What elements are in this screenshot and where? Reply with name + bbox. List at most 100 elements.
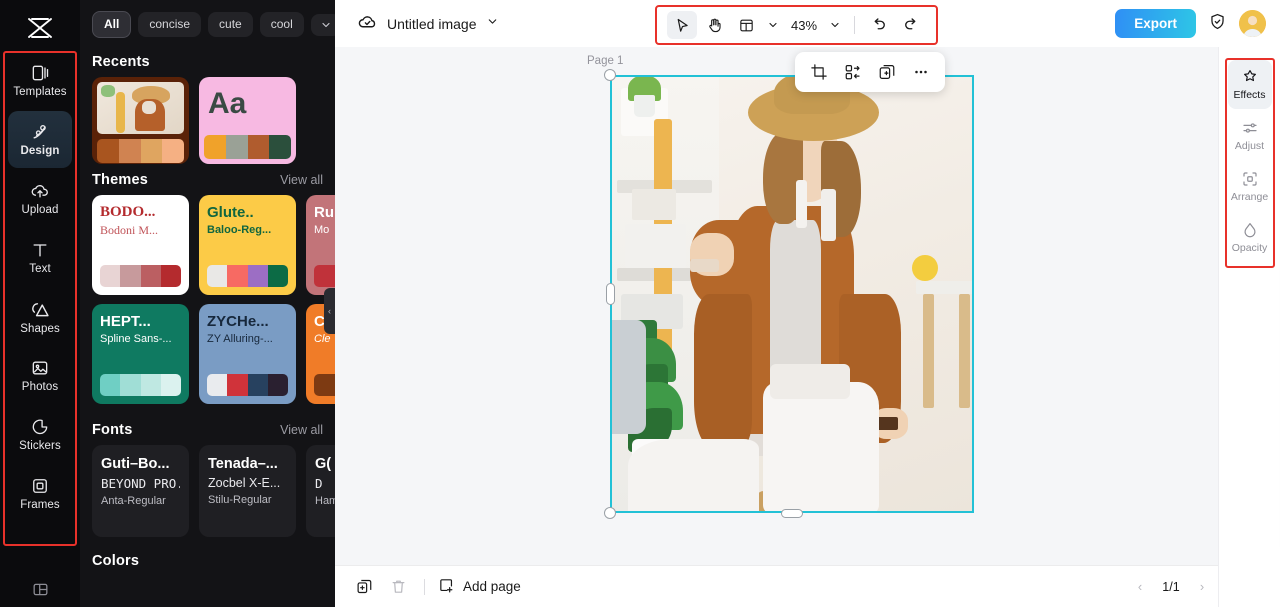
export-button[interactable]: Export: [1115, 9, 1196, 38]
hand-icon[interactable]: [699, 11, 729, 39]
replace-media-icon[interactable]: [838, 57, 868, 87]
right-icon-rail: Effects Adjust Arrange Opacity: [1218, 47, 1280, 607]
sidebar-item-text[interactable]: Text: [8, 229, 72, 286]
page-next-chevron-right-icon[interactable]: ›: [1191, 576, 1213, 598]
font-card[interactable]: G( D Ham: [306, 445, 335, 537]
sidebar-item-templates[interactable]: Templates: [8, 52, 72, 109]
theme-subtitle: Cle: [314, 333, 331, 345]
avatar[interactable]: [1239, 10, 1266, 37]
themes-header: Themes View all: [80, 164, 335, 195]
recent-thumbnail: [97, 82, 184, 134]
theme-card[interactable]: Glute.. Baloo-Reg...: [199, 195, 296, 295]
section-title: Themes: [92, 172, 148, 188]
zoom-level-value[interactable]: 43%: [785, 18, 823, 33]
add-page-icon: [438, 577, 455, 597]
bottom-bar: Add page ‹ 1/1 ›: [335, 565, 1280, 607]
font-sample-1: Tenada–...: [208, 456, 278, 472]
right-rail-item-arrange[interactable]: Arrange: [1228, 162, 1272, 211]
sidebar-item-label: Design: [20, 145, 60, 157]
undo-icon[interactable]: [864, 11, 894, 39]
sidebar-item-label: Upload: [21, 204, 59, 216]
fonts-view-all[interactable]: View all: [280, 423, 323, 437]
theme-card[interactable]: BODO... Bodoni M...: [92, 195, 189, 295]
right-rail-item-opacity[interactable]: Opacity: [1228, 213, 1272, 262]
right-rail-label: Opacity: [1231, 242, 1268, 254]
resize-handle-top-left[interactable]: [604, 69, 616, 81]
color-swatches: [207, 265, 288, 287]
more-horizontal-icon[interactable]: [906, 57, 936, 87]
fonts-header: Fonts View all: [80, 404, 335, 445]
theme-card[interactable]: HEPT... Spline Sans-...: [92, 304, 189, 404]
font-card[interactable]: Guti–Bo... BEYOND PRO... Anta-Regular: [92, 445, 189, 537]
sidebar-item-label: Templates: [13, 86, 67, 98]
theme-card[interactable]: Ru Mo: [306, 195, 335, 295]
chip-cool[interactable]: cool: [259, 12, 304, 37]
right-rail-label: Effects: [1233, 89, 1266, 101]
canvas-area[interactable]: Page 1: [335, 47, 1280, 565]
chip-concise[interactable]: concise: [138, 12, 202, 37]
zoom-chevron-down-icon[interactable]: [825, 11, 845, 39]
font-sample-2: D: [315, 476, 323, 491]
capcut-logo-icon[interactable]: [25, 10, 55, 46]
panel-layout-icon[interactable]: [0, 580, 80, 599]
page-prev-chevron-left-icon[interactable]: ‹: [1129, 576, 1151, 598]
toolbar-divider: [854, 16, 856, 34]
resize-handle-left[interactable]: [605, 283, 615, 305]
sidebar-item-shapes[interactable]: Shapes: [8, 288, 72, 345]
sidebar-item-upload[interactable]: Upload: [8, 170, 72, 227]
redo-icon[interactable]: [896, 11, 926, 39]
layout-chevron-down-icon[interactable]: [763, 11, 783, 39]
font-sample-1: G(: [315, 456, 332, 472]
theme-subtitle: Mo: [314, 224, 330, 236]
layout-grid-icon[interactable]: [731, 11, 761, 39]
sidebar-item-label: Shapes: [20, 322, 60, 335]
sidebar-item-label: Stickers: [19, 440, 61, 452]
canvas-image-object[interactable]: [610, 75, 974, 513]
chip-all[interactable]: All: [92, 11, 132, 38]
theme-title: HEPT...: [100, 313, 151, 330]
sidebar-item-label: Text: [29, 263, 51, 275]
font-sample-2: Zocbel X-E...: [208, 476, 281, 490]
section-title: Fonts: [92, 422, 133, 438]
panel-collapse-chevron-left-icon[interactable]: ‹: [324, 288, 335, 334]
duplicate-page-icon[interactable]: [351, 574, 377, 600]
design-panel: All concise cute cool Recents Aa Themes …: [80, 0, 335, 607]
right-rail-item-effects[interactable]: Effects: [1227, 60, 1272, 109]
document-chevron-down-icon[interactable]: [486, 15, 499, 33]
right-rail-item-adjust[interactable]: Adjust: [1228, 111, 1272, 160]
color-swatches: [100, 374, 181, 396]
right-rail-items: Effects Adjust Arrange Opacity: [1219, 47, 1280, 262]
duplicate-icon[interactable]: [872, 57, 902, 87]
right-rail-label: Arrange: [1230, 191, 1269, 203]
font-sample-1: Guti–Bo...: [101, 456, 170, 472]
sidebar-item-design[interactable]: Design: [8, 111, 72, 168]
sidebar-item-stickers[interactable]: Stickers: [8, 406, 72, 463]
resize-handle-bottom[interactable]: [781, 508, 803, 518]
font-name: Stilu-Regular: [208, 494, 272, 506]
shield-check-icon[interactable]: [1208, 12, 1227, 36]
font-card[interactable]: Tenada–... Zocbel X-E... Stilu-Regular: [199, 445, 296, 537]
color-swatches: [97, 139, 184, 163]
divider: [424, 578, 425, 595]
crop-icon[interactable]: [804, 57, 834, 87]
trash-icon[interactable]: [385, 574, 411, 600]
chip-more-chevron-down-icon[interactable]: [310, 13, 335, 36]
chip-cute[interactable]: cute: [208, 12, 253, 37]
object-float-toolbar: [795, 52, 945, 92]
cursor-arrow-icon[interactable]: [667, 11, 697, 39]
add-page-button[interactable]: Add page: [438, 577, 521, 597]
color-swatches: [314, 265, 335, 287]
theme-card[interactable]: ZYCHe... ZY Alluring-...: [199, 304, 296, 404]
themes-row-1: BODO... Bodoni M... Glute.. Baloo-Reg...…: [80, 195, 335, 295]
resize-handle-bottom-left[interactable]: [604, 507, 616, 519]
recent-card-text[interactable]: Aa: [199, 77, 296, 164]
document-name-group[interactable]: Untitled image: [357, 11, 499, 37]
themes-view-all[interactable]: View all: [280, 173, 323, 187]
theme-subtitle: Baloo-Reg...: [207, 224, 272, 236]
sidebar-item-label: Frames: [20, 499, 60, 511]
recent-card-photo[interactable]: [92, 77, 189, 164]
section-title: Colors: [92, 553, 140, 569]
sidebar-item-photos[interactable]: Photos: [8, 347, 72, 404]
sidebar-item-frames[interactable]: Frames: [8, 465, 72, 522]
main-area: Untitled image 43% Export Page 1 Add pag…: [335, 0, 1280, 607]
